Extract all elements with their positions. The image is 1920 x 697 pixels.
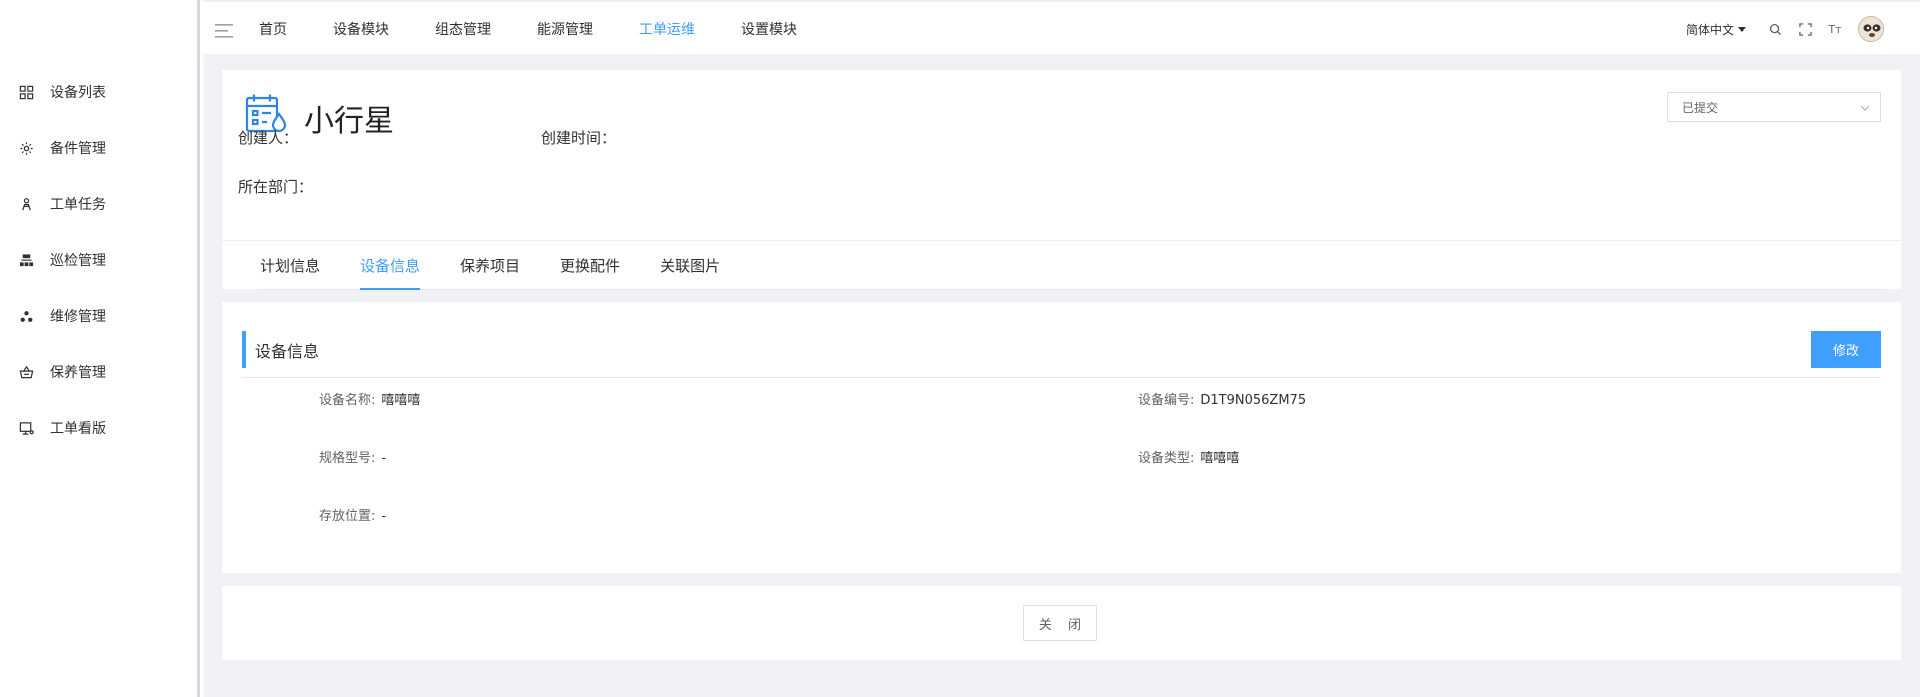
tab-plan-info[interactable]: 计划信息 xyxy=(260,242,320,289)
caret-down-icon xyxy=(1738,26,1746,32)
sidebar-menu: 设备列表 备件管理 工单任务 巡检管理 维修管理 保养管理 工单看版 xyxy=(0,64,197,456)
nav-home[interactable]: 首页 xyxy=(259,19,287,39)
top-nav: 首页 设备模块 组态管理 能源管理 工单运维 设置模块 xyxy=(259,2,843,56)
sidebar-item-label: 巡检管理 xyxy=(50,253,106,269)
tab-replace-parts[interactable]: 更换配件 xyxy=(560,242,620,289)
gear-icon xyxy=(18,140,34,156)
close-button[interactable]: 关 闭 xyxy=(1023,605,1097,641)
font-size-icon[interactable]: Tт xyxy=(1828,22,1842,36)
nav-settings-module[interactable]: 设置模块 xyxy=(741,19,797,39)
creator-label: 创建人： xyxy=(238,129,299,147)
device-type-field: 设备类型: 嘻嘻嘻 xyxy=(1138,447,1239,466)
language-select[interactable]: 简体中文 xyxy=(1686,21,1746,38)
nav-config-management[interactable]: 组态管理 xyxy=(435,19,491,39)
grid-icon xyxy=(18,84,34,100)
sidebar-item-label: 设备列表 xyxy=(50,85,106,101)
avatar[interactable] xyxy=(1858,16,1884,42)
work-order-header-card: 小行星 已提交 创建人： 创建时间： 所在部门： 计划信息 设备信息 保养项目 … xyxy=(222,70,1901,290)
tab-maintenance-items[interactable]: 保养项目 xyxy=(460,242,520,289)
person-icon xyxy=(18,196,34,212)
device-type-label: 设备类型: xyxy=(1138,451,1195,466)
created-time-label: 创建时间： xyxy=(541,129,617,147)
model-value: - xyxy=(381,451,387,466)
status-select[interactable]: 已提交 xyxy=(1667,92,1881,122)
device-code-label: 设备编号: xyxy=(1138,393,1195,408)
sidebar-item-label: 备件管理 xyxy=(50,141,106,157)
sidebar-item-label: 工单看版 xyxy=(50,421,106,437)
monitor-icon xyxy=(18,420,34,436)
sitemap-icon xyxy=(18,252,34,268)
top-right-tools: 简体中文 Tт xyxy=(1686,2,1884,56)
sidebar-item-kanban[interactable]: 工单看版 xyxy=(0,400,197,456)
device-info-card: 设备信息 修改 设备名称: 嘻嘻嘻 设备编号: D1T9N056ZM75 规格型号:… xyxy=(222,302,1901,573)
sidebar-item-work-orders[interactable]: 工单任务 xyxy=(0,176,197,232)
basket-icon xyxy=(18,364,34,380)
footer-card: 关 闭 xyxy=(222,586,1901,660)
sidebar-item-maintenance[interactable]: 保养管理 xyxy=(0,344,197,400)
device-code-field: 设备编号: D1T9N056ZM75 xyxy=(1138,389,1306,408)
chevron-down-icon xyxy=(1860,102,1870,112)
sidebar-item-spare-parts[interactable]: 备件管理 xyxy=(0,120,197,176)
device-name-label: 设备名称: xyxy=(319,393,376,408)
location-label: 存放位置: xyxy=(319,509,376,524)
department-field: 所在部门： xyxy=(238,176,313,197)
section-divider xyxy=(242,377,1881,378)
sidebar-item-label: 维修管理 xyxy=(50,309,106,325)
model-field: 规格型号: - xyxy=(319,447,386,466)
divider xyxy=(222,240,1901,241)
department-label: 所在部门： xyxy=(238,178,314,196)
sidebar-item-label: 保养管理 xyxy=(50,365,106,381)
nav-device-module[interactable]: 设备模块 xyxy=(333,19,389,39)
sidebar-item-repair[interactable]: 维修管理 xyxy=(0,288,197,344)
device-code-value: D1T9N056ZM75 xyxy=(1200,393,1307,408)
page-title: 小行星 xyxy=(304,104,394,139)
model-label: 规格型号: xyxy=(319,451,376,466)
menu-toggle-icon[interactable] xyxy=(215,23,235,39)
device-name-field: 设备名称: 嘻嘻嘻 xyxy=(319,389,420,408)
edit-button[interactable]: 修改 xyxy=(1811,331,1881,368)
top-navbar: 首页 设备模块 组态管理 能源管理 工单运维 设置模块 简体中文 Tт xyxy=(203,0,1920,54)
sidebar-item-inspection[interactable]: 巡检管理 xyxy=(0,232,197,288)
sidebar: 设备列表 备件管理 工单任务 巡检管理 维修管理 保养管理 工单看版 xyxy=(0,0,200,697)
device-name-value: 嘻嘻嘻 xyxy=(381,393,421,408)
nav-energy-management[interactable]: 能源管理 xyxy=(537,19,593,39)
sidebar-item-label: 工单任务 xyxy=(50,197,106,213)
language-label: 简体中文 xyxy=(1685,22,1734,37)
search-icon[interactable] xyxy=(1768,22,1782,36)
section-title: 设备信息 xyxy=(242,331,319,368)
sidebar-item-device-list[interactable]: 设备列表 xyxy=(0,64,197,120)
tab-related-images[interactable]: 关联图片 xyxy=(660,242,720,289)
location-value: - xyxy=(381,509,387,524)
cluster-icon xyxy=(18,308,34,324)
fullscreen-icon[interactable] xyxy=(1798,22,1812,36)
creator-field: 创建人： xyxy=(238,127,298,148)
detail-tabs: 计划信息 设备信息 保养项目 更换配件 关联图片 xyxy=(260,242,1884,290)
location-field: 存放位置: - xyxy=(319,505,386,524)
main-area: 首页 设备模块 组态管理 能源管理 工单运维 设置模块 简体中文 Tт 小行星 … xyxy=(203,0,1920,697)
tab-device-info[interactable]: 设备信息 xyxy=(360,242,421,290)
created-time-field: 创建时间： xyxy=(541,127,616,148)
device-type-value: 嘻嘻嘻 xyxy=(1200,451,1240,466)
status-select-value: 已提交 xyxy=(1682,100,1719,115)
nav-work-order-ops[interactable]: 工单运维 xyxy=(639,19,695,39)
